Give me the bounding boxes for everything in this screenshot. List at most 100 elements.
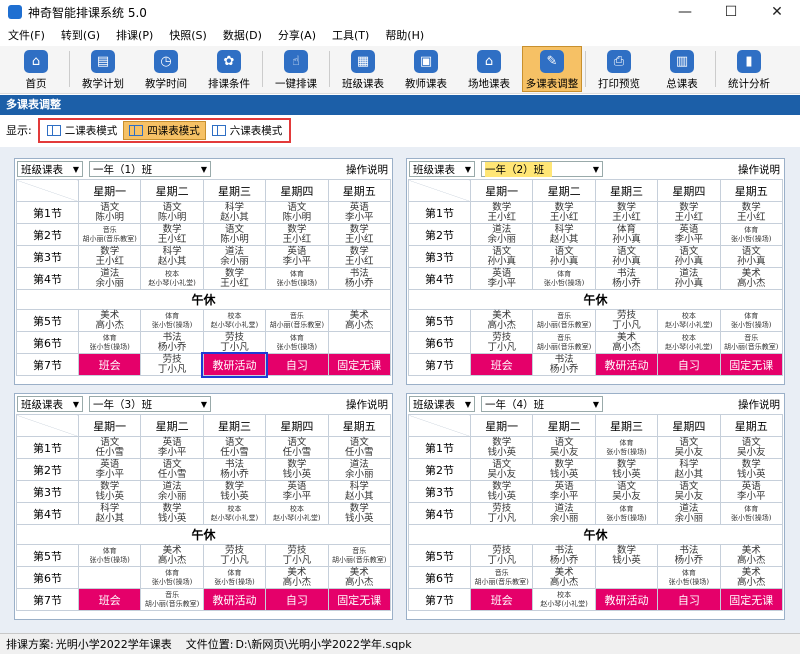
lesson-cell[interactable]: 校本 赵小琴(小礼堂) bbox=[657, 309, 721, 332]
fixed-slot-cell[interactable]: 教研活动 bbox=[202, 588, 267, 611]
menu-item-0[interactable]: 文件(F) bbox=[0, 27, 53, 43]
timetable-type-select[interactable]: 班级课表 ▼ bbox=[409, 396, 475, 412]
menu-item-7[interactable]: 帮助(H) bbox=[377, 27, 432, 43]
lesson-cell[interactable]: 数学 钱小英 bbox=[719, 458, 784, 481]
lesson-cell[interactable]: 数学 钱小英 bbox=[77, 480, 142, 503]
menu-item-4[interactable]: 数据(D) bbox=[215, 27, 270, 43]
lesson-cell[interactable]: 语文 任小雪 bbox=[77, 436, 142, 459]
class-select[interactable]: 一年（3）班 ▼ bbox=[89, 396, 211, 412]
lesson-cell[interactable]: 道法 余小丽 bbox=[327, 458, 392, 481]
toolbar-button-2[interactable]: ◷ 教学时间 bbox=[136, 46, 196, 92]
lesson-cell[interactable]: 美术 高小杰 bbox=[265, 566, 329, 589]
timetable-type-select[interactable]: 班级课表 ▼ bbox=[17, 161, 83, 177]
lesson-cell[interactable]: 道法 余小丽 bbox=[532, 502, 596, 525]
lesson-cell[interactable]: 道法 余小丽 bbox=[140, 480, 204, 503]
lesson-cell[interactable]: 语文 吴小友 bbox=[532, 436, 596, 459]
fixed-slot-cell[interactable]: 自习 bbox=[265, 588, 329, 611]
lesson-cell[interactable] bbox=[327, 331, 392, 354]
fixed-slot-cell[interactable]: 固定无课 bbox=[719, 588, 784, 611]
lesson-cell[interactable]: 美术 高小杰 bbox=[532, 566, 596, 589]
lesson-cell[interactable]: 数学 钱小英 bbox=[532, 458, 596, 481]
lesson-cell[interactable]: 语文 孙小真 bbox=[469, 245, 534, 268]
lesson-cell[interactable]: 英语 李小平 bbox=[532, 480, 596, 503]
lesson-cell[interactable]: 校本 赵小琴(小礼堂) bbox=[140, 267, 204, 290]
lesson-cell[interactable]: 英语 李小平 bbox=[327, 201, 392, 224]
lesson-cell[interactable]: 语文 陈小明 bbox=[202, 223, 267, 246]
lesson-cell[interactable]: 数学 钱小英 bbox=[594, 544, 659, 567]
lesson-cell[interactable]: 科学 赵小其 bbox=[202, 201, 267, 224]
menu-item-2[interactable]: 排课(P) bbox=[108, 27, 161, 43]
lesson-cell[interactable]: 劳技 丁小凡 bbox=[469, 331, 534, 354]
lesson-cell[interactable]: 美术 高小杰 bbox=[469, 309, 534, 332]
lesson-cell[interactable]: 体育 张小哲(操场) bbox=[719, 309, 784, 332]
lesson-cell[interactable]: 音乐 胡小丽(音乐教室) bbox=[327, 544, 392, 567]
lesson-cell[interactable] bbox=[594, 566, 659, 589]
lesson-cell[interactable]: 数学 王小红 bbox=[657, 201, 721, 224]
fixed-slot-cell[interactable]: 班会 bbox=[77, 353, 142, 376]
class-select[interactable]: 一年（4）班 ▼ bbox=[481, 396, 603, 412]
fixed-slot-cell[interactable]: 教研活动 bbox=[594, 353, 659, 376]
timetable-type-select[interactable]: 班级课表 ▼ bbox=[17, 396, 83, 412]
lesson-cell[interactable]: 数学 王小红 bbox=[469, 201, 534, 224]
lesson-cell[interactable]: 数学 王小红 bbox=[140, 223, 204, 246]
help-link[interactable]: 操作说明 bbox=[738, 397, 780, 412]
lesson-cell[interactable]: 校本 赵小琴(小礼堂) bbox=[265, 502, 329, 525]
lesson-cell[interactable]: 数学 钱小英 bbox=[594, 458, 659, 481]
lesson-cell[interactable]: 道法 余小丽 bbox=[77, 267, 142, 290]
lesson-cell[interactable]: 劳技 丁小凡 bbox=[265, 544, 329, 567]
lesson-cell[interactable]: 科学 赵小其 bbox=[140, 245, 204, 268]
lesson-cell[interactable]: 音乐 胡小丽(音乐教室) bbox=[140, 588, 204, 611]
lesson-cell[interactable]: 语文 陈小明 bbox=[265, 201, 329, 224]
lesson-cell[interactable]: 数学 钱小英 bbox=[327, 502, 392, 525]
lesson-cell[interactable]: 语文 吴小友 bbox=[719, 436, 784, 459]
lesson-cell[interactable]: 音乐 胡小丽(音乐教室) bbox=[469, 566, 534, 589]
lesson-cell[interactable]: 书法 杨小乔 bbox=[140, 331, 204, 354]
lesson-cell[interactable]: 道法 余小丽 bbox=[657, 502, 721, 525]
fixed-slot-cell[interactable]: 固定无课 bbox=[327, 588, 392, 611]
lesson-cell[interactable]: 数学 王小红 bbox=[265, 223, 329, 246]
display-mode-option-0[interactable]: 二课表模式 bbox=[41, 121, 124, 140]
lesson-cell[interactable]: 美术 高小杰 bbox=[719, 566, 784, 589]
lesson-cell[interactable]: 体育 张小哲(操场) bbox=[265, 331, 329, 354]
close-button[interactable]: ✕ bbox=[754, 0, 800, 24]
menu-item-6[interactable]: 工具(T) bbox=[324, 27, 377, 43]
lesson-cell[interactable]: 语文 孙小真 bbox=[532, 245, 596, 268]
lesson-cell[interactable]: 科学 赵小其 bbox=[327, 480, 392, 503]
lesson-cell[interactable]: 数学 王小红 bbox=[532, 201, 596, 224]
lesson-cell[interactable]: 语文 陈小明 bbox=[140, 201, 204, 224]
maximize-button[interactable]: ☐ bbox=[708, 0, 754, 24]
lesson-cell[interactable]: 英语 李小平 bbox=[77, 458, 142, 481]
lesson-cell[interactable]: 体育 张小哲(操场) bbox=[594, 502, 659, 525]
lesson-cell[interactable]: 语文 吴小友 bbox=[594, 480, 659, 503]
lesson-cell[interactable]: 劳技 丁小凡 bbox=[140, 353, 204, 376]
toolbar-button-6[interactable]: ▣ 教师课表 bbox=[396, 46, 456, 92]
lesson-cell[interactable]: 音乐 胡小丽(音乐教室) bbox=[77, 223, 142, 246]
help-link[interactable]: 操作说明 bbox=[346, 397, 388, 412]
lesson-cell[interactable]: 校本 赵小琴(小礼堂) bbox=[202, 309, 267, 332]
lesson-cell[interactable]: 体育 张小哲(操场) bbox=[140, 566, 204, 589]
toolbar-button-3[interactable]: ✿ 排课条件 bbox=[199, 46, 259, 92]
display-mode-option-1[interactable]: 四课表模式 bbox=[123, 120, 206, 140]
lesson-cell[interactable]: 美术 高小杰 bbox=[327, 566, 392, 589]
lesson-cell[interactable]: 音乐 胡小丽(音乐教室) bbox=[719, 331, 784, 354]
timetable-type-select[interactable]: 班级课表 ▼ bbox=[409, 161, 475, 177]
lesson-cell[interactable]: 体育 张小哲(操场) bbox=[77, 544, 142, 567]
lesson-cell[interactable]: 数学 王小红 bbox=[202, 267, 267, 290]
toolbar-button-10[interactable]: ▥ 总课表 bbox=[652, 46, 712, 92]
lesson-cell[interactable]: 语文 任小雪 bbox=[327, 436, 392, 459]
lesson-cell[interactable]: 数学 王小红 bbox=[327, 245, 392, 268]
toolbar-button-1[interactable]: ▤ 教学计划 bbox=[73, 46, 133, 92]
menu-item-1[interactable]: 转到(G) bbox=[53, 27, 108, 43]
lesson-cell[interactable]: 美术 高小杰 bbox=[719, 544, 784, 567]
fixed-slot-cell[interactable]: 教研活动 bbox=[594, 588, 659, 611]
lesson-cell[interactable]: 语文 吴小友 bbox=[657, 436, 721, 459]
lesson-cell[interactable]: 书法 杨小乔 bbox=[327, 267, 392, 290]
lesson-cell[interactable]: 劳技 丁小凡 bbox=[469, 502, 534, 525]
lesson-cell[interactable]: 数学 王小红 bbox=[77, 245, 142, 268]
lesson-cell[interactable]: 劳技 丁小凡 bbox=[594, 309, 659, 332]
fixed-slot-cell[interactable]: 班会 bbox=[77, 588, 142, 611]
fixed-slot-cell[interactable]: 教研活动 bbox=[201, 351, 268, 378]
lesson-cell[interactable]: 语文 任小雪 bbox=[202, 436, 267, 459]
lesson-cell[interactable]: 语文 孙小真 bbox=[719, 245, 784, 268]
lesson-cell[interactable]: 劳技 丁小凡 bbox=[469, 544, 534, 567]
